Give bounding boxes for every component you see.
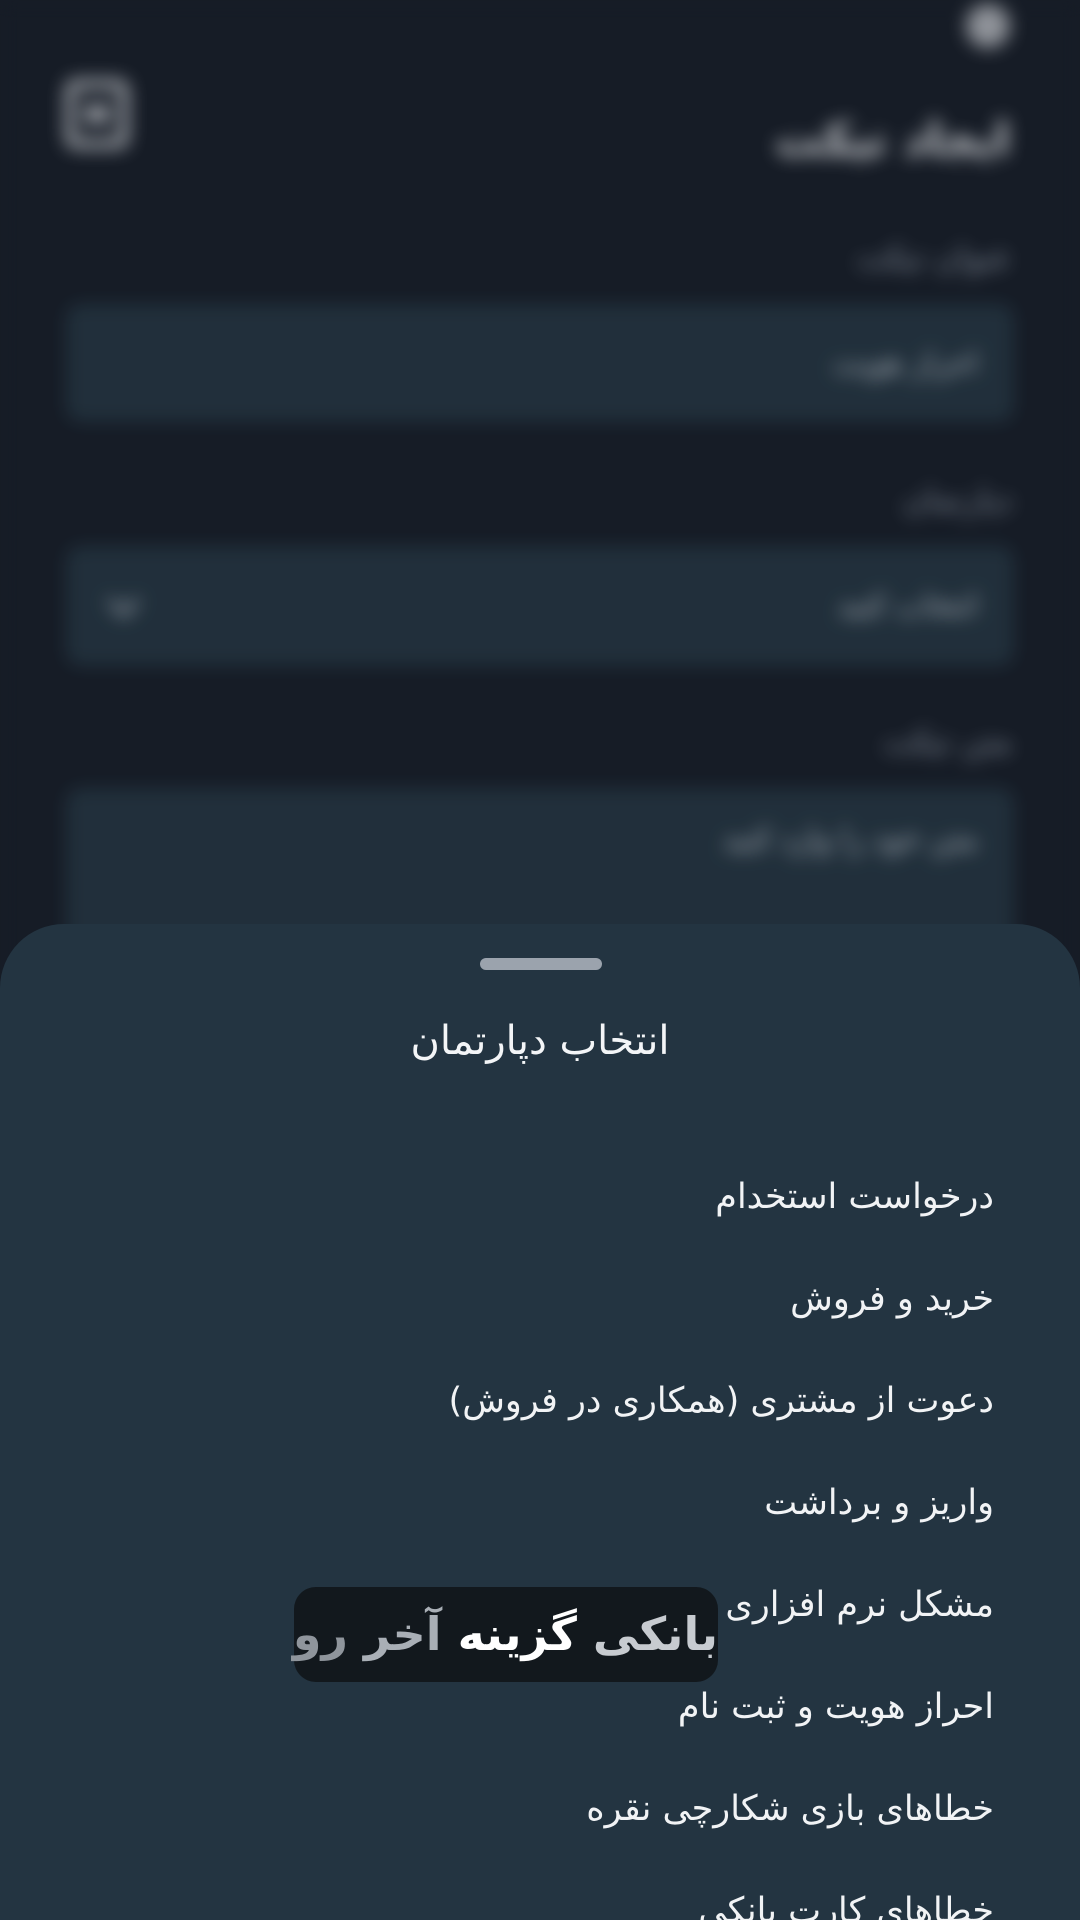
- department-select-value: انتخاب کنید: [837, 588, 978, 623]
- subject-label: عنوان تیکت: [856, 238, 1013, 276]
- caption-word: گزینه: [457, 1607, 577, 1661]
- caption-word: آخر: [364, 1607, 442, 1661]
- screen: ایجاد تیکت عنوان تیکت احراز هویت دپارتما…: [0, 0, 1080, 1920]
- option-referral[interactable]: دعوت از مشتری (همکاری در فروش): [74, 1350, 994, 1452]
- page-title: ایجاد تیکت: [775, 112, 1010, 166]
- sheet-drag-handle[interactable]: [480, 958, 602, 970]
- caption-word: بانکی: [592, 1607, 718, 1661]
- department-bottom-sheet: انتخاب دپارتمان درخواست استخدام خرید و ف…: [0, 924, 1080, 1920]
- option-hiring[interactable]: درخواست استخدام: [74, 1146, 994, 1248]
- department-select[interactable]: انتخاب کنید: [66, 546, 1014, 666]
- department-options: درخواست استخدام خرید و فروش دعوت از مشتر…: [74, 1146, 994, 1920]
- option-game-errors[interactable]: خطاهای بازی شکارچی نقره: [74, 1758, 994, 1860]
- video-caption: بانکی گزینه آخر رو: [292, 1587, 718, 1682]
- save-icon[interactable]: [66, 80, 128, 148]
- department-label: دپارتمان: [902, 480, 1012, 518]
- option-bank-card-errors[interactable]: خطاهای کارت بانکی: [74, 1860, 994, 1920]
- option-deposit-withdraw[interactable]: واریز و برداشت: [74, 1452, 994, 1554]
- subject-field-value: احراز هویت: [833, 346, 978, 381]
- status-dot: [966, 4, 1010, 48]
- background-form: ایجاد تیکت عنوان تیکت احراز هویت دپارتما…: [0, 0, 1080, 1000]
- sheet-title: انتخاب دپارتمان: [410, 1018, 670, 1064]
- caption-word: رو: [292, 1607, 348, 1661]
- message-placeholder: متن خود را وارد کنید: [722, 822, 978, 857]
- option-buy-sell[interactable]: خرید و فروش: [74, 1248, 994, 1350]
- chevron-down-icon: [107, 585, 140, 618]
- message-label: متن تیکت: [883, 722, 1012, 760]
- subject-field[interactable]: احراز هویت: [66, 304, 1014, 422]
